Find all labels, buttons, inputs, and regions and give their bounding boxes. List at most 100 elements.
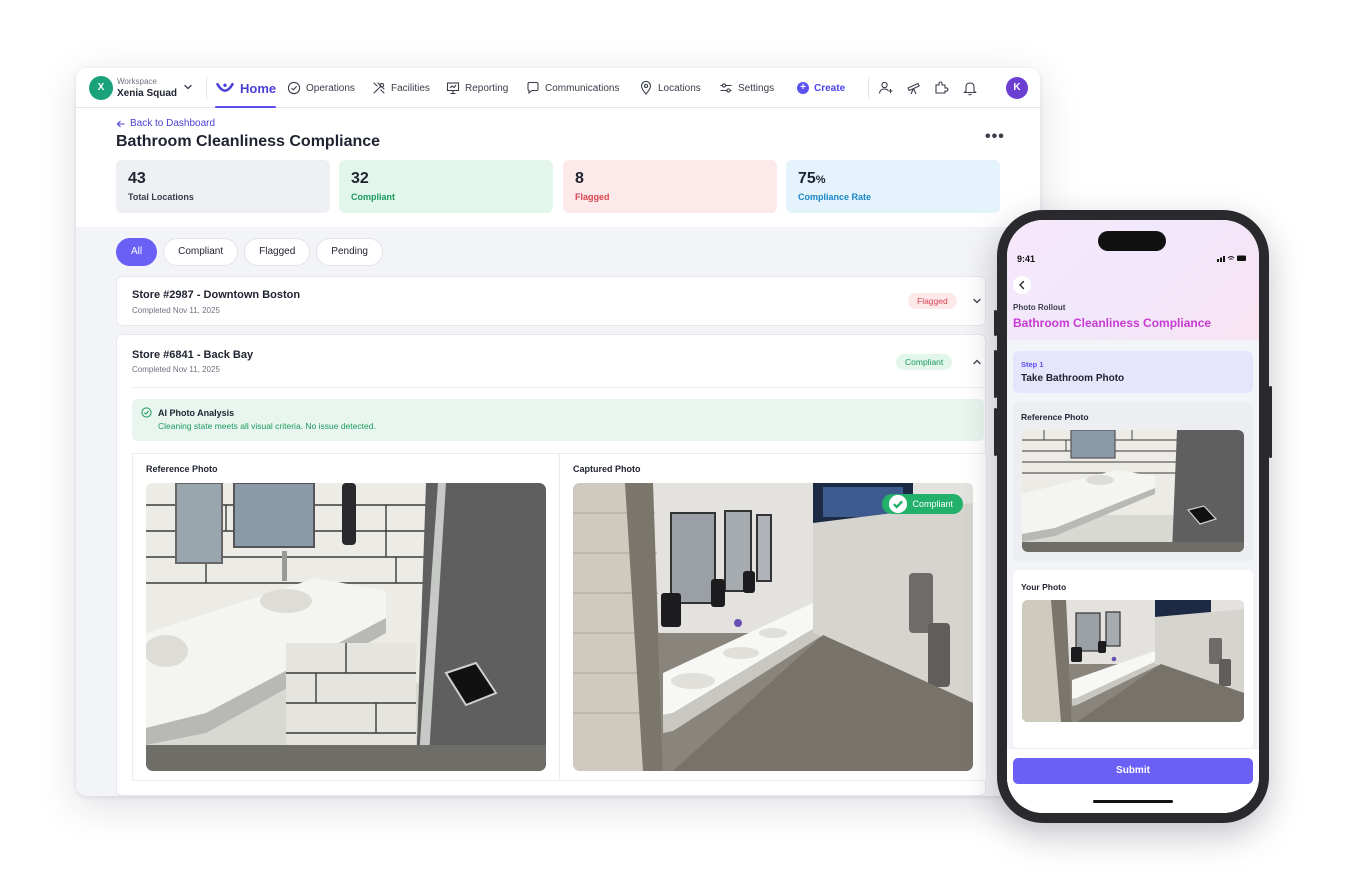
- captured-photo[interactable]: Compliant: [573, 483, 973, 771]
- stat-label: Compliant: [351, 192, 395, 202]
- filter-flagged[interactable]: Flagged: [244, 238, 311, 266]
- reference-photo-label: Reference Photo: [146, 464, 218, 474]
- step-number: Step 1: [1021, 360, 1044, 369]
- phone-your-photo-card: Your Photo: [1013, 570, 1253, 748]
- store-name: Store #6841 - Back Bay: [132, 349, 254, 361]
- stat-rate-unit: %: [815, 174, 826, 186]
- user-avatar[interactable]: K: [1006, 77, 1028, 99]
- stat-value: 43: [128, 170, 146, 187]
- captured-photo-panel: Captured Photo Compliant: [559, 453, 987, 781]
- check-circle-icon: [287, 81, 301, 95]
- stat-value: 8: [575, 170, 584, 187]
- bathroom-photo-reference: [146, 483, 546, 771]
- sliders-icon: [720, 83, 732, 93]
- bell-icon[interactable]: [962, 80, 978, 96]
- back-to-dashboard-link[interactable]: Back to Dashboard: [116, 118, 215, 129]
- chevron-up-icon[interactable]: [971, 356, 983, 368]
- stat-value: 75%: [798, 170, 988, 188]
- nav-locations[interactable]: Locations: [639, 68, 701, 108]
- phone-reference-photo[interactable]: [1022, 430, 1244, 552]
- filter-pending[interactable]: Pending: [316, 238, 383, 266]
- nav-settings-label: Settings: [738, 82, 775, 94]
- plus-icon: +: [797, 82, 809, 94]
- puzzle-icon[interactable]: [934, 80, 950, 96]
- stat-label: Flagged: [575, 192, 610, 202]
- stat-rate-number: 75: [798, 170, 816, 187]
- stat-compliant: 32 Compliant: [339, 160, 553, 213]
- bathroom-photo-reference-small: [1022, 430, 1244, 552]
- check-circle-icon: [889, 494, 908, 514]
- signal-icon: [1217, 255, 1246, 262]
- arrow-left-icon: [116, 120, 125, 127]
- top-navigation-bar: X Workspace Xenia Squad Home Operations …: [76, 68, 1040, 108]
- phone-your-photo[interactable]: [1022, 600, 1244, 722]
- filter-compliant[interactable]: Compliant: [163, 238, 239, 266]
- more-options-button[interactable]: •••: [985, 128, 1005, 146]
- store-completed-date: Completed Nov 11, 2025: [132, 365, 220, 374]
- stat-flagged: 8 Flagged: [563, 160, 777, 213]
- divider: [132, 387, 984, 388]
- filter-chips: All Compliant Flagged Pending: [116, 238, 383, 266]
- chevron-down-icon[interactable]: [971, 295, 983, 307]
- phone-body: Step 1 Take Bathroom Photo Reference Pho…: [1007, 340, 1259, 813]
- store-card-2987[interactable]: Store #2987 - Downtown Boston Completed …: [116, 276, 986, 326]
- stat-value: 32: [351, 170, 369, 187]
- create-button-label: Create: [814, 82, 846, 94]
- phone-volume-up: [994, 350, 997, 398]
- store-name: Store #2987 - Downtown Boston: [132, 289, 301, 301]
- captured-compliant-badge: Compliant: [882, 494, 963, 514]
- desktop-window: X Workspace Xenia Squad Home Operations …: [76, 68, 1040, 796]
- reference-photo-panel: Reference Photo: [132, 453, 560, 781]
- workspace-name[interactable]: Xenia Squad: [117, 88, 177, 99]
- workspace-avatar[interactable]: X: [89, 76, 113, 100]
- store-completed-date: Completed Nov 11, 2025: [132, 306, 220, 315]
- ai-analysis-title: AI Photo Analysis: [158, 408, 235, 418]
- nav-communications[interactable]: Communications: [526, 68, 619, 108]
- nav-divider: [206, 77, 207, 99]
- ai-analysis-message: Cleaning state meets all visual criteria…: [158, 421, 376, 431]
- back-link-label: Back to Dashboard: [130, 118, 216, 129]
- dynamic-island: [1098, 231, 1166, 251]
- phone-device: 9:41 Photo Rollout Bathroom Cleanliness …: [994, 210, 1272, 823]
- status-bar-time: 9:41: [1017, 254, 1036, 264]
- nav-operations[interactable]: Operations: [287, 68, 355, 108]
- create-button[interactable]: + Create: [797, 68, 845, 108]
- phone-kicker: Photo Rollout: [1013, 303, 1066, 312]
- bathroom-photo-captured-small: [1022, 600, 1244, 722]
- nav-facilities[interactable]: Facilities: [372, 68, 430, 108]
- nav-settings[interactable]: Settings: [719, 68, 774, 108]
- ai-photo-analysis-banner: AI Photo Analysis Cleaning state meets a…: [132, 399, 984, 441]
- home-logo-icon: [216, 82, 234, 92]
- phone-your-photo-label: Your Photo: [1021, 582, 1067, 592]
- page-header: Back to Dashboard Bathroom Cleanliness C…: [76, 108, 1040, 227]
- tools-icon: [373, 82, 385, 94]
- phone-screen: 9:41 Photo Rollout Bathroom Cleanliness …: [1007, 220, 1259, 813]
- stat-total-locations: 43 Total Locations: [116, 160, 330, 213]
- phone-reference-label: Reference Photo: [1021, 412, 1089, 422]
- telescope-icon[interactable]: [906, 80, 922, 96]
- step-title: Take Bathroom Photo: [1021, 373, 1125, 384]
- phone-power-button: [1269, 386, 1272, 458]
- stat-label: Total Locations: [128, 192, 194, 202]
- nav-reporting[interactable]: Reporting: [446, 68, 508, 108]
- reference-photo[interactable]: [146, 483, 546, 771]
- chevron-down-icon[interactable]: [182, 81, 194, 93]
- bathroom-photo-captured: [573, 483, 973, 771]
- map-pin-icon: [640, 81, 652, 95]
- nav-operations-label: Operations: [306, 82, 355, 94]
- home-indicator: [1093, 800, 1173, 803]
- phone-reference-card: Reference Photo: [1013, 402, 1253, 562]
- phone-side-button: [994, 310, 997, 336]
- submit-button[interactable]: Submit: [1013, 758, 1253, 784]
- nav-communications-label: Communications: [545, 82, 620, 94]
- nav-home[interactable]: Home: [215, 68, 277, 108]
- toolbar-divider: [868, 77, 869, 99]
- status-badge: Flagged: [908, 293, 957, 309]
- chat-bubble-icon: [527, 81, 539, 95]
- filter-all[interactable]: All: [116, 238, 158, 266]
- nav-home-label: Home: [240, 80, 277, 96]
- add-user-icon[interactable]: [878, 80, 894, 96]
- step-card: Step 1 Take Bathroom Photo: [1013, 351, 1253, 393]
- status-bar-icons: [1217, 254, 1247, 264]
- phone-back-button[interactable]: [1013, 276, 1031, 294]
